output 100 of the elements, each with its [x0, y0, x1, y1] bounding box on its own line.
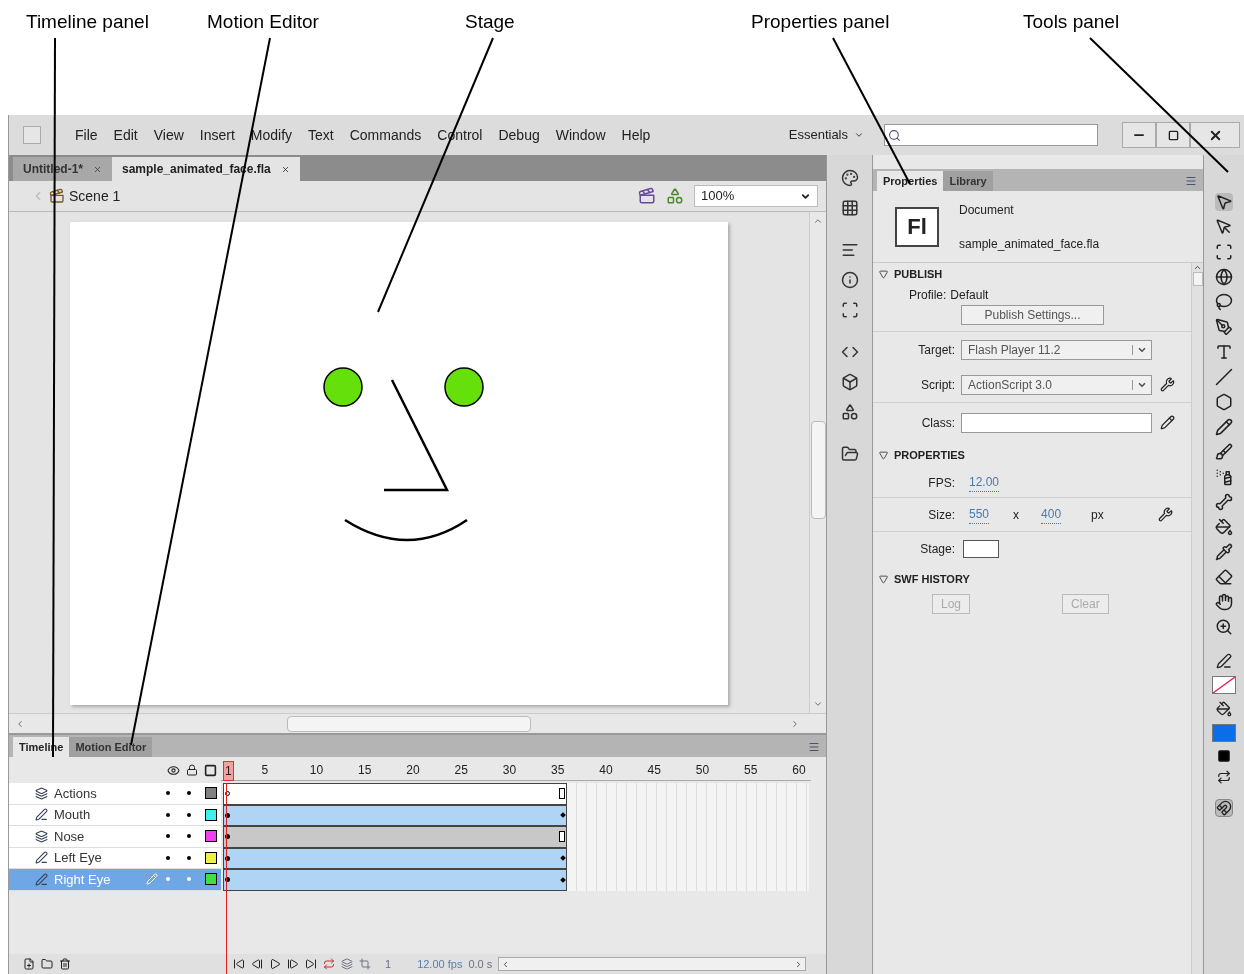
horizontal-scrollbar[interactable]	[9, 713, 826, 733]
panel-menu-icon[interactable]	[1185, 175, 1197, 187]
properties-scrollbar[interactable]	[1191, 263, 1203, 974]
pen-icon[interactable]	[1215, 318, 1233, 336]
spray-icon[interactable]	[1215, 468, 1233, 486]
transform-icon[interactable]	[1215, 243, 1233, 261]
palette-icon[interactable]	[840, 169, 859, 187]
line-icon[interactable]	[1215, 368, 1233, 386]
transform-icon[interactable]	[840, 301, 859, 319]
maximize-button[interactable]	[1156, 122, 1190, 148]
eye-icon[interactable]	[167, 763, 180, 777]
layer-row[interactable]: Nose	[9, 826, 221, 848]
layer-color-swatch[interactable]	[205, 787, 217, 800]
swap-colors-icon[interactable]	[1217, 770, 1231, 784]
play-icon[interactable]	[269, 958, 281, 970]
panel-menu-icon[interactable]	[808, 741, 820, 753]
stroke-color-swatch[interactable]	[1212, 676, 1236, 694]
hexagon-icon[interactable]	[1215, 393, 1233, 411]
info-icon[interactable]	[840, 271, 859, 289]
menu-item[interactable]: View	[145, 124, 192, 146]
wrench-icon[interactable]	[1160, 377, 1175, 392]
menu-item[interactable]: Insert	[191, 124, 243, 146]
text-icon[interactable]	[1215, 343, 1233, 361]
expand-icon[interactable]	[879, 269, 888, 279]
panel-tab[interactable]: Motion Editor	[69, 737, 153, 757]
outline-icon[interactable]	[204, 763, 217, 777]
scroll-right-icon[interactable]	[790, 718, 800, 729]
pencil-icon[interactable]	[1215, 418, 1233, 436]
project-icon[interactable]	[840, 445, 859, 463]
eraser-icon[interactable]	[1215, 568, 1233, 586]
stroke-pen-icon[interactable]	[1216, 653, 1232, 669]
edit-symbol-icon[interactable]	[666, 187, 684, 205]
layer-row[interactable]: Left Eye	[9, 847, 221, 869]
layer-color-swatch[interactable]	[205, 830, 217, 843]
new-layer-icon[interactable]	[23, 958, 35, 970]
zoom-icon[interactable]	[1215, 618, 1233, 636]
expand-icon[interactable]	[879, 450, 888, 460]
zoom-dropdown[interactable]: 100%	[694, 185, 818, 207]
close-button[interactable]	[1190, 122, 1240, 148]
menu-item[interactable]: Help	[613, 124, 659, 146]
frame-span[interactable]	[223, 783, 567, 805]
search-field[interactable]	[884, 124, 1098, 146]
select-dropdown[interactable]: Flash Player 11.2	[961, 339, 1152, 360]
motion-presets-icon[interactable]	[840, 403, 859, 421]
fill-color-swatch[interactable]	[1212, 724, 1236, 742]
height-value[interactable]: 400	[1041, 505, 1062, 524]
default-colors-icon[interactable]	[1217, 749, 1231, 763]
first-frame-icon[interactable]	[233, 958, 245, 970]
bone-icon[interactable]	[1215, 493, 1233, 511]
hand-icon[interactable]	[1215, 593, 1233, 611]
class-field[interactable]	[961, 412, 1152, 433]
layer-color-swatch[interactable]	[205, 808, 217, 821]
lock-icon[interactable]	[186, 764, 198, 776]
layer-row[interactable]: Mouth	[9, 804, 221, 826]
menu-item[interactable]: Modify	[242, 124, 301, 146]
align-icon[interactable]	[840, 241, 859, 259]
scroll-left-icon[interactable]	[15, 718, 25, 729]
menu-item[interactable]: Debug	[490, 124, 548, 146]
menu-item[interactable]: File	[67, 124, 106, 146]
pointer-icon[interactable]	[1215, 218, 1233, 236]
pencil-icon[interactable]	[1160, 415, 1175, 430]
menu-item[interactable]: Window	[547, 124, 614, 146]
stage-color-swatch[interactable]	[963, 540, 999, 558]
eyedropper-icon[interactable]	[1215, 543, 1233, 561]
trash-icon[interactable]	[59, 958, 71, 970]
timeline-scrollbar[interactable]	[498, 957, 806, 971]
width-value[interactable]: 550	[969, 505, 990, 524]
fps-value[interactable]: 12.00	[969, 473, 1000, 492]
scroll-up-icon[interactable]	[1193, 263, 1202, 272]
select-dropdown[interactable]: ActionScript 3.0	[961, 374, 1152, 395]
expand-icon[interactable]	[879, 574, 888, 584]
step-back-icon[interactable]	[251, 958, 263, 970]
bucket-icon[interactable]	[1215, 518, 1233, 536]
loop-icon[interactable]	[323, 958, 335, 970]
layer-color-swatch[interactable]	[205, 873, 217, 886]
frame-span[interactable]	[223, 804, 567, 826]
components-icon[interactable]	[840, 373, 859, 391]
frame-span[interactable]	[223, 869, 567, 891]
scrollbar-thumb[interactable]	[1192, 272, 1203, 286]
layer-row[interactable]: Actions	[9, 783, 221, 805]
fill-bucket-icon[interactable]	[1216, 701, 1232, 717]
step-forward-icon[interactable]	[287, 958, 299, 970]
scroll-down-icon[interactable]	[813, 699, 823, 709]
scroll-right-icon[interactable]	[794, 959, 803, 969]
magnet-icon[interactable]	[1215, 799, 1233, 817]
scrollbar-thumb[interactable]	[810, 421, 826, 519]
menu-item[interactable]: Edit	[105, 124, 146, 146]
brush-icon[interactable]	[1215, 443, 1233, 461]
publish-settings-button[interactable]: Publish Settings...	[961, 305, 1104, 325]
arrow-icon[interactable]	[1215, 193, 1233, 211]
edit-scene-icon[interactable]	[638, 187, 656, 205]
workspace-dropdown[interactable]: Essentials	[788, 125, 864, 145]
swatches-icon[interactable]	[840, 199, 859, 217]
layer-color-swatch[interactable]	[205, 851, 217, 864]
globe-icon[interactable]	[1215, 268, 1233, 286]
frame-span[interactable]	[223, 826, 567, 848]
menu-item[interactable]: Commands	[341, 124, 430, 146]
lasso-icon[interactable]	[1215, 293, 1233, 311]
last-frame-icon[interactable]	[305, 958, 317, 970]
minimize-button[interactable]	[1122, 122, 1156, 148]
